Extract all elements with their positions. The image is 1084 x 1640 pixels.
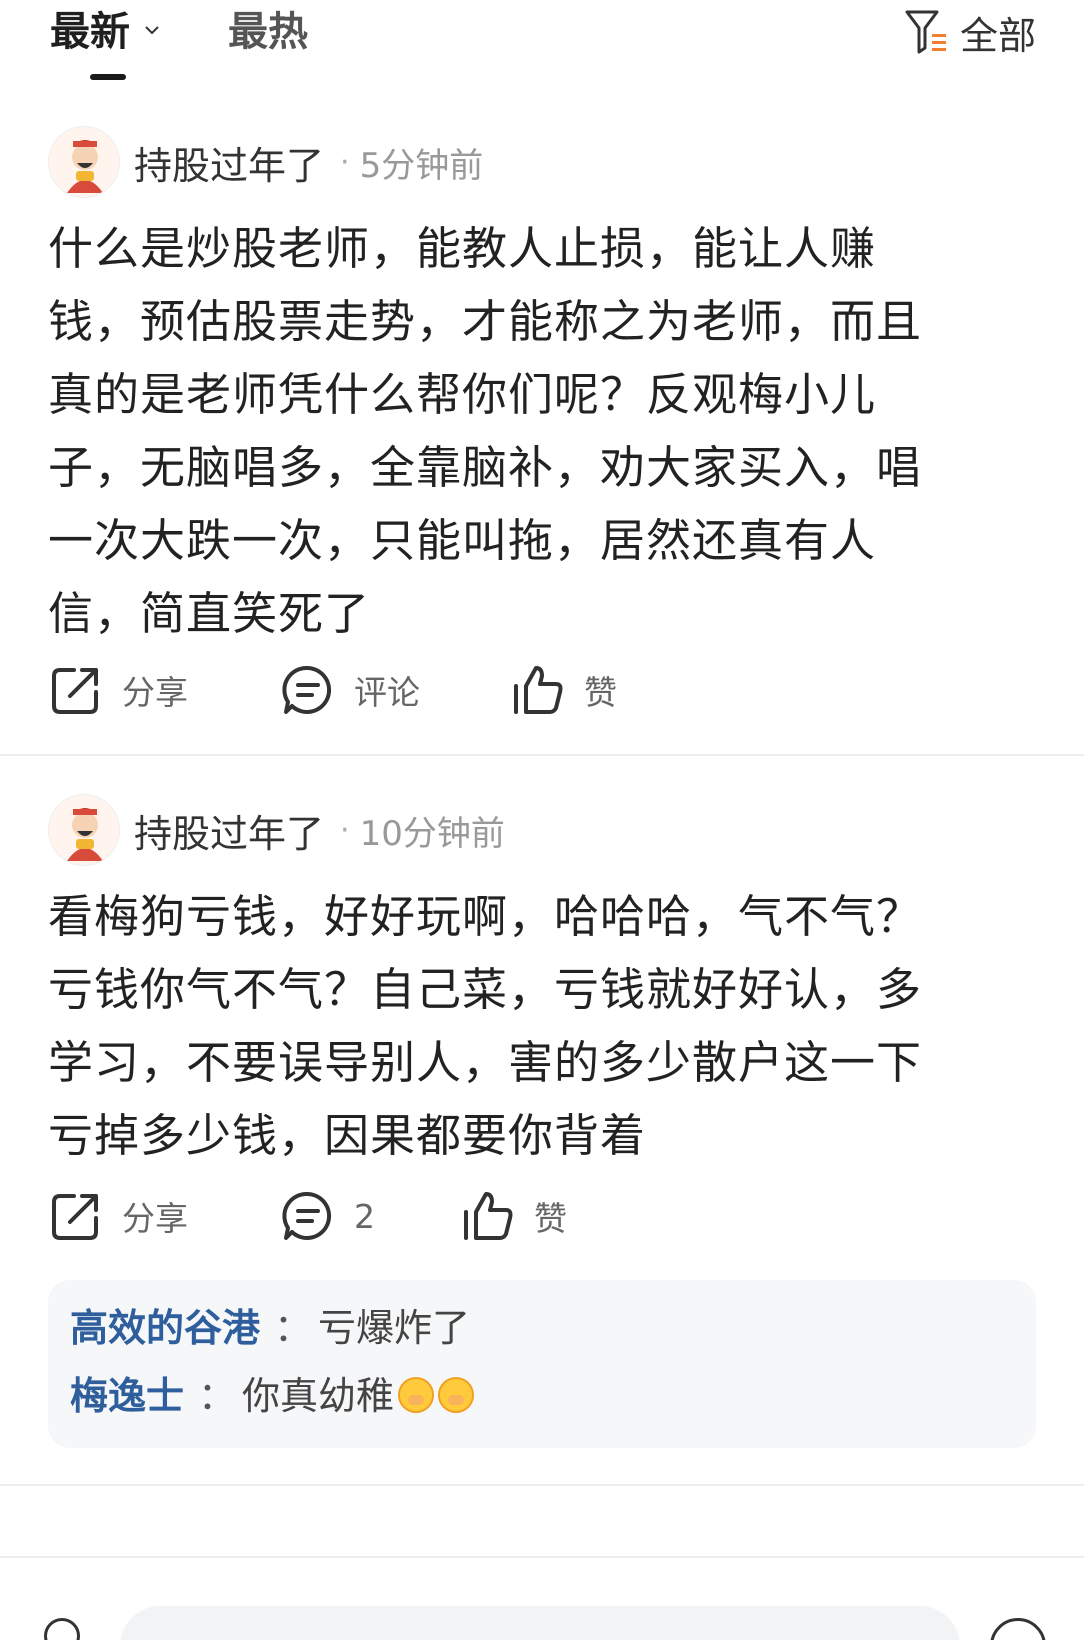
reply-item[interactable]: 高效的谷港 ：亏爆炸了: [70, 1302, 470, 1354]
share-label: 分享: [122, 673, 188, 712]
comment-label: 评论: [354, 673, 420, 712]
content-line: 学习，不要误导别人，害的多少散户这一下: [48, 1036, 923, 1089]
like-label: 赞: [534, 1199, 567, 1238]
post-actions: 分享 2 赞: [48, 1186, 948, 1246]
reply-author[interactable]: 梅逸士: [70, 1374, 184, 1418]
bottom-comment-bar: [0, 1556, 1084, 1640]
like-label: 赞: [584, 673, 617, 712]
author-row: 持股过年了 · 5分钟前: [48, 126, 483, 198]
separator-dot: ·: [340, 812, 350, 848]
filter-label: 全部: [959, 13, 1036, 58]
avatar-image: [67, 140, 103, 193]
reply-colon: ：: [274, 1306, 313, 1350]
post-divider: [0, 1484, 1084, 1486]
post-time: 10分钟前: [359, 813, 505, 854]
author-row: 持股过年了 · 10分钟前: [48, 794, 505, 866]
content-line: 真的是老师凭什么帮你们呢？反观梅小儿: [48, 368, 877, 421]
reply-item[interactable]: 梅逸士 ：你真幼稚: [70, 1370, 475, 1422]
comment-button[interactable]: 评论: [280, 660, 420, 720]
user-icon[interactable]: [44, 1618, 80, 1640]
share-label: 分享: [122, 1199, 188, 1238]
like-button[interactable]: 赞: [510, 660, 617, 720]
reply-author[interactable]: 高效的谷港: [70, 1306, 260, 1350]
author-name[interactable]: 持股过年了: [134, 803, 324, 858]
emoji-icon[interactable]: [990, 1618, 1046, 1640]
tab-latest[interactable]: 最新: [50, 4, 130, 60]
hand-over-mouth-emoji-icon: [398, 1377, 435, 1413]
reply-preview-box[interactable]: 高效的谷港：亏爆炸了 梅逸士：你真幼稚: [48, 1280, 1036, 1448]
thumbs-up-icon: [514, 666, 563, 714]
reply-colon: ：: [198, 1374, 237, 1418]
reply-text: 你真幼稚: [242, 1374, 395, 1418]
comment-count: 2: [354, 1196, 375, 1236]
reply-text: 亏爆炸了: [318, 1306, 471, 1350]
comment-button[interactable]: 2: [280, 1186, 375, 1246]
filter-icon: [905, 10, 946, 54]
like-button[interactable]: 赞: [460, 1186, 567, 1246]
content-line: 亏钱你气不气？自己菜，亏钱就好好认，多: [48, 963, 923, 1016]
top-tab-bar: 最新 最热 全部: [0, 0, 1084, 100]
share-button[interactable]: 分享: [48, 1186, 188, 1246]
avatar[interactable]: [48, 126, 120, 198]
hand-over-mouth-emoji-icon: [438, 1377, 475, 1413]
share-button[interactable]: 分享: [48, 660, 188, 720]
separator-dot: ·: [340, 144, 350, 180]
post-actions: 分享 评论 赞: [48, 660, 948, 720]
content-line: 什么是炒股老师，能教人止损，能让人赚: [48, 222, 877, 275]
content-line: 子，无脑唱多，全靠脑补，劝大家买入，唱: [48, 441, 923, 494]
comment-input[interactable]: [120, 1606, 960, 1640]
author-name[interactable]: 持股过年了: [134, 135, 324, 190]
post-time: 5分钟前: [359, 145, 484, 186]
filter-button[interactable]: 全部: [904, 6, 1036, 58]
post-content[interactable]: 什么是炒股老师，能教人止损，能让人赚 钱，预估股票走势，才能称之为老师，而且 真…: [48, 212, 1038, 650]
post-content[interactable]: 看梅狗亏钱，好好玩啊，哈哈哈，气不气？ 亏钱你气不气？自己菜，亏钱就好好认，多 …: [48, 880, 1038, 1172]
content-line: 亏掉多少钱，因果都要你背着: [48, 1109, 647, 1162]
avatar[interactable]: [48, 794, 120, 866]
share-icon: [52, 1194, 98, 1240]
content-line: 一次大跌一次，只能叫拖，居然还真有人: [48, 514, 877, 567]
post-divider: [0, 754, 1084, 756]
content-line: 信，简直笑死了: [48, 587, 371, 640]
share-icon: [52, 668, 98, 714]
avatar-image: [67, 808, 103, 861]
content-line: 钱，预估股票走势，才能称之为老师，而且: [48, 295, 923, 348]
chevron-down-icon[interactable]: [144, 22, 160, 38]
comment-icon: [282, 665, 332, 714]
comment-icon: [282, 1191, 332, 1240]
active-tab-indicator: [90, 74, 126, 80]
thumbs-up-icon: [464, 1192, 513, 1240]
tab-hot[interactable]: 最热: [228, 4, 308, 60]
content-line: 看梅狗亏钱，好好玩啊，哈哈哈，气不气？: [48, 890, 923, 943]
